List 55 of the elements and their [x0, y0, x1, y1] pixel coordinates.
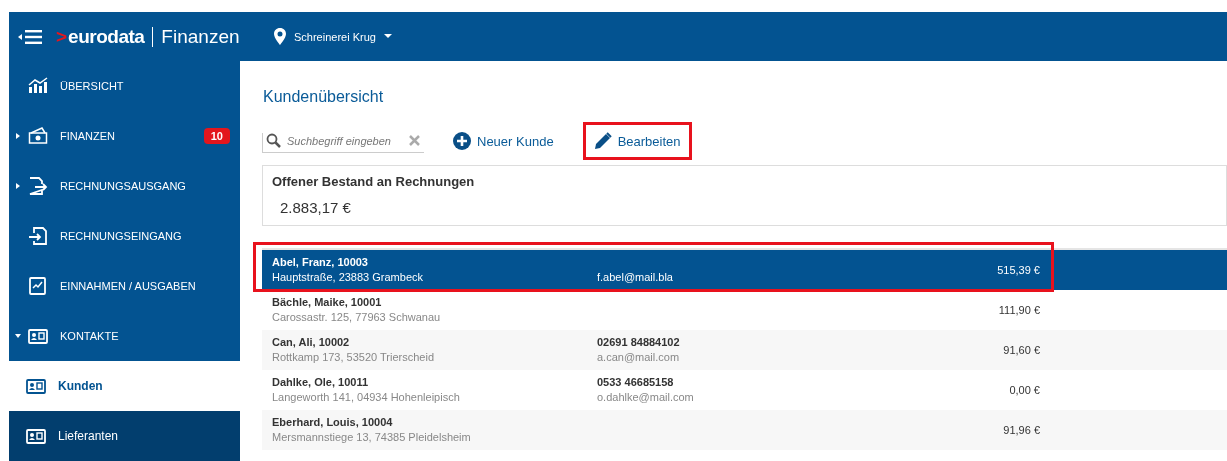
search-icon — [266, 133, 281, 148]
search-field[interactable]: Suchbegriff eingeben — [262, 132, 424, 153]
logo-mark: > — [56, 25, 68, 48]
summary-amount: 2.883,17 € — [280, 199, 352, 216]
contact-card-icon — [26, 377, 46, 395]
phone-number: 0533 46685158 — [597, 376, 675, 389]
contact-card-icon — [28, 327, 48, 345]
customer-name: Bächle, Maike, 10001 — [272, 296, 383, 309]
email-address: f.abel@mail.bla — [597, 271, 674, 284]
customer-row[interactable]: Dahlke, Ole, 10011 Langeworth 141, 04934 Hohenleipisch 0533 46685158 o.dahlke@mail.com 0,00 € — [262, 370, 1227, 410]
company-dropdown[interactable]: Schreinerei Krug — [274, 28, 392, 45]
open-amount: 111,90 € — [997, 304, 1040, 316]
open-amount: 91,96 € — [1002, 424, 1040, 436]
caret-right-icon — [14, 183, 21, 189]
location-pin-icon — [274, 28, 286, 45]
email-address: a.can@mail.com — [597, 351, 681, 364]
customer-address: Carossastr. 125, 77963 Schwanau — [272, 311, 442, 324]
menu-icon — [18, 28, 42, 45]
open-amount: 0,00 € — [1008, 384, 1040, 396]
product-name: Finanzen — [161, 25, 240, 48]
customer-address: Hauptstraße, 23883 Grambeck — [272, 271, 425, 284]
customer-name: Abel, Franz, 10003 — [272, 256, 369, 269]
chart-icon — [28, 77, 48, 95]
customer-name: Can, Ali, 10002 — [272, 336, 351, 349]
email-address: o.dahlke@mail.com — [597, 391, 695, 404]
contact-card-icon — [26, 427, 46, 445]
customer-row[interactable]: Can, Ali, 10002 Rottkamp 173, 53520 Trierscheid 02691 84884102 a.can@mail.com 91,60 € — [262, 330, 1227, 370]
count-badge: 10 — [203, 128, 230, 144]
document-arrow-icon — [28, 177, 48, 195]
page-title: Kundenübersicht — [263, 88, 385, 106]
customer-name: Eberhard, Louis, 10004 — [272, 416, 394, 429]
graph-document-icon — [28, 277, 48, 295]
logo-text: eurodata — [68, 25, 145, 48]
sidebar-item[interactable]: Kunden — [9, 361, 240, 411]
pencil-icon — [593, 132, 612, 150]
caret-right-icon — [14, 133, 21, 139]
open-amount: 515,39 € — [996, 264, 1040, 276]
new-customer-button[interactable]: Neuer Kunde — [442, 122, 565, 160]
customer-row[interactable]: Abel, Franz, 10003 Hauptstraße, 23883 Grambeck f.abel@mail.bla 515,39 € — [262, 250, 1227, 290]
customer-address: Rottkamp 173, 53520 Trierscheid — [272, 351, 436, 364]
customer-address: Langeworth 141, 04934 Hohenleipisch — [272, 391, 461, 404]
plus-circle-icon — [453, 132, 471, 150]
customer-row[interactable]: Eberhard, Louis, 10004 Mersmannstiege 13, 74385 Pleidelsheim 91,96 € — [262, 410, 1227, 450]
sidebar-item[interactable]: Lieferanten — [9, 411, 240, 461]
caret-down-icon — [14, 333, 21, 339]
document-arrow-icon — [28, 227, 48, 245]
customer-address: Mersmannstiege 13, 74385 Pleidelsheim — [272, 431, 472, 444]
money-icon — [28, 127, 48, 145]
summary-title: Offener Bestand an Rechnungen — [272, 174, 476, 189]
edit-button[interactable]: Bearbeiten — [582, 122, 692, 160]
caret-icon — [383, 34, 392, 39]
customer-row[interactable]: Bächle, Maike, 10001 Carossastr. 125, 77963 Schwanau 111,90 € — [262, 290, 1227, 330]
open-amount: 91,60 € — [1002, 344, 1040, 356]
customer-name: Dahlke, Ole, 10011 — [272, 376, 369, 389]
phone-number: 02691 84884102 — [597, 336, 681, 349]
